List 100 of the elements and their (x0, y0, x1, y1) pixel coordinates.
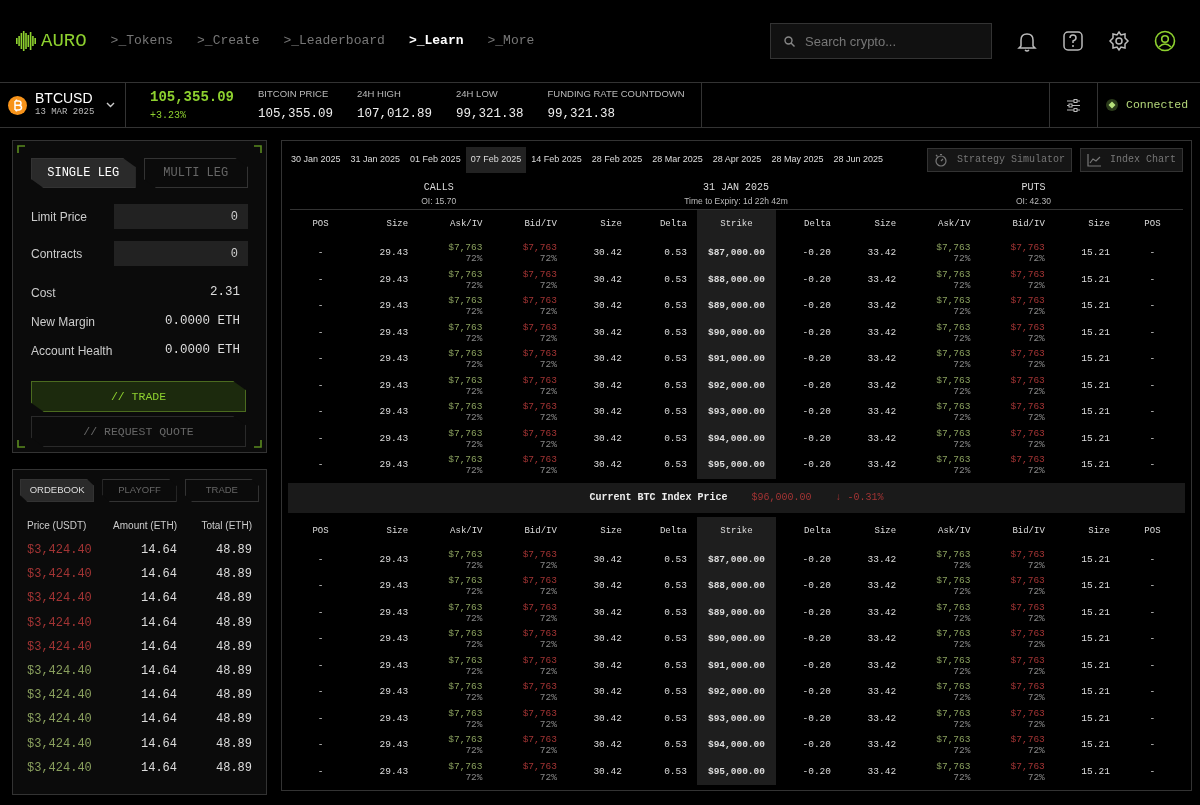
order-price: $3,424.40 (27, 614, 93, 632)
implied-volatility: 72% (538, 253, 557, 265)
implied-volatility: 72% (464, 692, 483, 704)
implied-volatility: 72% (538, 412, 557, 424)
orderbook-tab[interactable]: TRADE (184, 479, 259, 502)
mode-tab[interactable]: SINGLE LEG (31, 158, 136, 188)
delta-value: 0.53 (631, 399, 697, 426)
brand-name: AURO (41, 28, 87, 54)
implied-volatility: 72% (464, 359, 483, 371)
implied-volatility: 72% (952, 745, 971, 757)
size-value: 30.42 (592, 632, 623, 647)
ask-price: $7,763 (447, 681, 483, 693)
expiry-tab[interactable]: 01 Feb 2025 (405, 146, 466, 173)
size-value: 15.21 (1080, 738, 1111, 753)
implied-volatility: 72% (952, 306, 971, 318)
implied-volatility: 72% (952, 612, 971, 624)
column-header: POS (311, 524, 330, 538)
expiry-tab[interactable]: 28 Feb 2025 (586, 146, 648, 173)
position-value: - (1148, 378, 1157, 393)
expiry-tab[interactable]: 30 Jan 2025 (286, 146, 346, 173)
trade-button[interactable]: // TRADE (31, 381, 246, 412)
expiry-tab[interactable]: 28 Mar 2025 (647, 146, 708, 173)
ask-price: $7,763 (935, 427, 971, 439)
orderbook-tab[interactable]: PLAYOFF (102, 479, 177, 502)
summary-label: New Margin (31, 313, 96, 331)
expiry-tab[interactable]: 31 Jan 2025 (345, 146, 406, 173)
input-field[interactable]: 0 (114, 241, 248, 266)
ask-price: $7,763 (447, 760, 483, 772)
column-header: Size (1087, 218, 1111, 232)
summary-value: 0.0000 ETH (165, 342, 240, 360)
ask-price: $7,763 (447, 548, 483, 560)
column-header: Size (385, 218, 410, 232)
size-value: 33.42 (866, 711, 898, 726)
size-value: 30.42 (592, 685, 623, 700)
column-header: Bid/IV (523, 218, 558, 232)
implied-volatility: 72% (952, 665, 971, 677)
order-amount: 14.64 (140, 662, 177, 680)
search-field[interactable]: Search crypto... (770, 23, 992, 59)
delta-value: -0.20 (775, 626, 842, 653)
user-profile-icon[interactable] (1154, 30, 1176, 52)
position-value: - (1148, 605, 1157, 620)
delta-value: 0.53 (631, 758, 697, 785)
nav-link[interactable]: >_Learn (408, 31, 464, 51)
bid-price: $7,763 (521, 681, 557, 693)
stat-label: FUNDING RATE COUNTDOWN (547, 86, 685, 101)
ask-price: $7,763 (447, 575, 483, 587)
column-header: Bid/IV (523, 524, 558, 538)
position-value: - (316, 552, 325, 567)
expiry-tab[interactable]: 07 Feb 2025 (465, 146, 527, 173)
size-value: 29.43 (378, 632, 410, 647)
implied-volatility: 72% (952, 438, 971, 450)
strike-price: $93,000.00 (696, 399, 776, 426)
stat-value: 107,012.89 (357, 105, 433, 123)
index-chart-button[interactable]: Index Chart (1080, 147, 1183, 172)
strike-price: $88,000.00 (696, 266, 776, 293)
stat-value: 105,355.09 (258, 105, 334, 123)
nav-link[interactable]: >_Tokens (110, 31, 174, 51)
delta-value: -0.20 (775, 293, 842, 320)
expiry-tab[interactable]: 28 Jun 2025 (828, 146, 888, 173)
implied-volatility: 72% (464, 586, 483, 598)
order-amount: 14.64 (140, 566, 177, 584)
column-header: Delta (631, 516, 697, 547)
implied-volatility: 72% (464, 718, 483, 730)
chevron-down-icon[interactable] (106, 102, 116, 108)
input-field[interactable]: 0 (114, 204, 248, 229)
implied-volatility: 72% (1026, 559, 1045, 571)
position-value: - (1148, 405, 1157, 420)
size-value: 30.42 (592, 579, 623, 594)
implied-volatility: 72% (538, 332, 557, 344)
notification-bell-icon[interactable] (1016, 30, 1038, 52)
position-value: - (1148, 632, 1157, 647)
size-value: 33.42 (866, 405, 898, 420)
nav-link[interactable]: >_Create (197, 31, 260, 51)
expiry-tab[interactable]: 28 May 2025 (766, 146, 829, 173)
settings-icon[interactable] (1108, 30, 1130, 52)
help-icon[interactable] (1062, 30, 1084, 52)
implied-volatility: 72% (464, 279, 483, 291)
delta-value: -0.20 (775, 679, 842, 706)
expiry-tab[interactable]: 14 Feb 2025 (526, 146, 587, 173)
delta-value: -0.20 (775, 452, 842, 479)
strategy-simulator-button[interactable]: Strategy Simulator (926, 147, 1072, 172)
ask-price: $7,763 (447, 348, 483, 360)
ask-price: $7,763 (935, 348, 971, 360)
order-price: $3,424.40 (27, 590, 93, 608)
ask-price: $7,763 (935, 295, 971, 307)
order-amount: 14.64 (140, 687, 177, 705)
nav-link[interactable]: >_Leaderboard (283, 31, 385, 51)
stat-value: 99,321.38 (456, 105, 524, 123)
strike-price: $91,000.00 (696, 652, 776, 679)
filter-sliders-icon[interactable] (1066, 97, 1081, 113)
orderbook-tab[interactable]: ORDEBOOK (20, 479, 95, 502)
expiry-tab[interactable]: 28 Apr 2025 (707, 146, 767, 173)
implied-volatility: 72% (952, 332, 971, 344)
size-value: 15.21 (1080, 605, 1111, 620)
nav-link[interactable]: >_More (487, 31, 535, 51)
size-value: 33.42 (866, 685, 898, 700)
order-total: 48.89 (215, 542, 252, 559)
order-amount: 14.64 (140, 542, 177, 559)
mode-tab[interactable]: MULTI LEG (143, 158, 248, 188)
size-value: 29.43 (378, 325, 410, 340)
